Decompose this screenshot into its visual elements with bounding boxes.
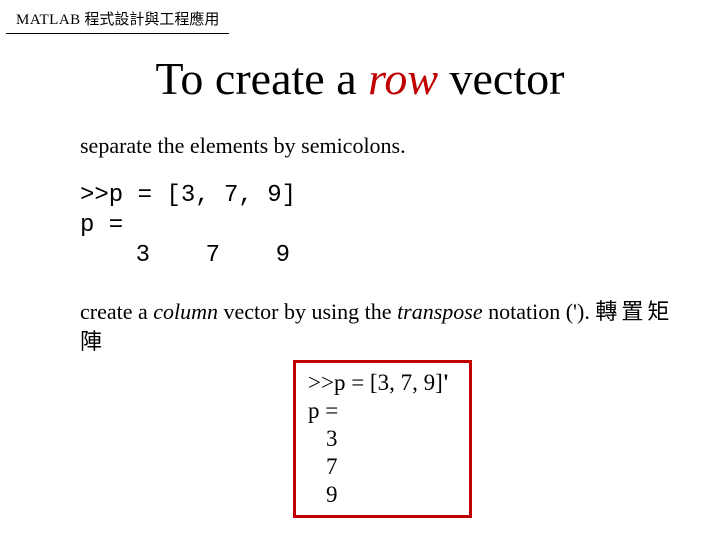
redbox-code: >>p = [3, 7, 9] [308,370,443,395]
title-pre: To create a [156,53,369,104]
code-line-2: p = [80,211,680,241]
desc-t2: vector by using the [218,299,397,324]
desc-transpose: transpose [397,299,483,324]
title-row: row [368,53,438,104]
column-vector-box: >>p = [3, 7, 9]' p = 3 7 9 [293,360,472,518]
desc-t1: create a [80,299,153,324]
redbox-line-1: >>p = [3, 7, 9]' [308,369,449,397]
redbox-line-2: p = [308,397,449,425]
code-block-row: >>p = [3, 7, 9] p = 379 [80,181,680,271]
code-val-3: 9 [220,241,290,271]
description: create a column vector by using the tran… [80,297,680,356]
desc-t3: notation ('). [483,299,596,324]
page-title: To create a row vector [0,52,720,105]
redbox-val-1: 3 [308,425,449,453]
header-matlab: MATLAB [16,12,81,28]
content-area: separate the elements by semicolons. >>p… [0,133,720,356]
page-header: MATLAB 程式設計與工程應用 [6,0,229,34]
code-val-2: 7 [150,241,220,271]
code-val-1: 3 [80,241,150,271]
redbox-prime: ' [443,370,449,395]
header-text: 程式設計與工程應用 [81,12,220,28]
code-line-1: >>p = [3, 7, 9] [80,181,680,211]
redbox-val-2: 7 [308,453,449,481]
title-post: vector [438,53,564,104]
desc-column: column [153,299,218,324]
subtitle: separate the elements by semicolons. [80,133,680,159]
code-output-row: 379 [80,241,680,271]
redbox-val-3: 9 [308,481,449,509]
